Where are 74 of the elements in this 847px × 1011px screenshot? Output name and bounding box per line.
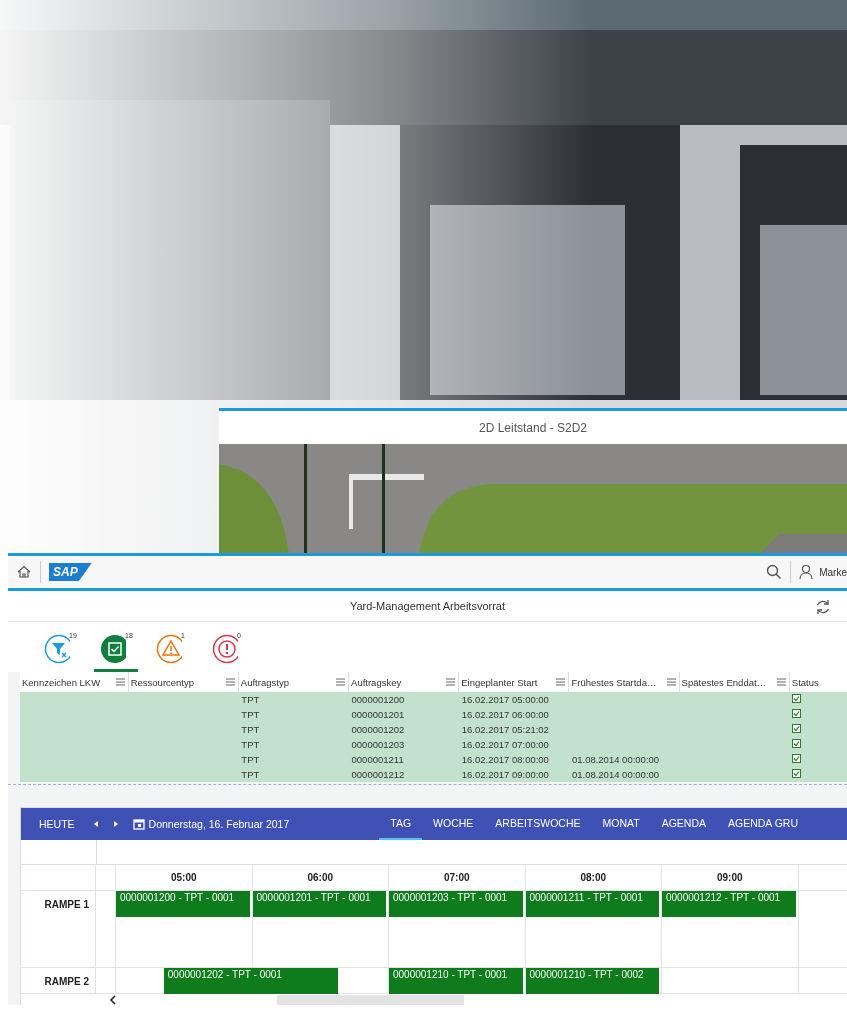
table-cell: TPT — [241, 709, 260, 720]
view-tab[interactable]: WOCHE — [422, 808, 485, 840]
scroll-left-icon[interactable] — [109, 995, 117, 1005]
menu-icon[interactable] — [224, 677, 236, 687]
view-tab[interactable]: ARBEITSWOCHE — [484, 808, 592, 840]
next-icon[interactable] — [112, 820, 119, 828]
view-tab[interactable]: AGENDA — [650, 808, 717, 840]
filter-icon — [44, 634, 70, 664]
table-cell: 16.02.2017 07:00:00 — [461, 739, 549, 750]
menu-icon[interactable] — [114, 677, 126, 687]
table-cell: 16.02.2017 06:00:00 — [461, 709, 549, 720]
column-header[interactable]: Status — [791, 676, 819, 688]
table-cell: 0000001211 — [351, 754, 404, 765]
table-cell: 16.02.2017 05:00:00 — [461, 694, 549, 705]
calendar-event[interactable]: 0000001210 - TPT - 0002 — [525, 968, 659, 994]
calendar-event[interactable]: 0000001203 - TPT - 0001 — [389, 891, 523, 917]
error-icon — [212, 634, 238, 664]
menu-icon[interactable] — [665, 677, 677, 687]
table-cell: 16.02.2017 08:00:00 — [461, 754, 549, 765]
hour-label: 08:00 — [580, 872, 607, 883]
table-cell: TPT — [241, 769, 260, 780]
view-tab[interactable]: MONAT — [591, 808, 651, 840]
table-cell: 0000001200 — [351, 694, 405, 705]
table-cell: 0000001202 — [351, 724, 405, 735]
table-cell: 16.02.2017 05:21:02 — [461, 724, 549, 735]
user-icon[interactable] — [799, 564, 814, 580]
calendar-event[interactable]: 0000001210 - TPT - 0001 — [389, 968, 523, 994]
scrollbar-thumb[interactable] — [277, 995, 464, 1005]
column-header[interactable]: Eingeplanter Start — [461, 676, 538, 688]
view-tab[interactable]: AGENDA GRU — [717, 808, 810, 840]
hour-label: 07:00 — [443, 872, 470, 883]
refresh-icon[interactable] — [815, 599, 831, 615]
column-header[interactable]: Auftragstyp — [240, 676, 289, 688]
column-header[interactable]: Frühestes Startda… — [571, 676, 657, 688]
table-cell: TPT — [241, 694, 260, 705]
table-cell: TPT — [241, 724, 260, 735]
menu-icon[interactable] — [445, 677, 457, 687]
hour-label: 05:00 — [170, 872, 197, 883]
previous-icon[interactable] — [92, 820, 99, 828]
column-header[interactable]: Spätestes Enddat… — [681, 676, 767, 688]
calendar-event[interactable]: 0000001201 - TPT - 0001 — [252, 891, 386, 917]
table-cell: TPT — [241, 739, 260, 750]
hour-label: 09:00 — [716, 872, 743, 883]
table-cell: 0000001212 — [351, 769, 405, 780]
resource-label: RAMPE 2 — [44, 976, 89, 987]
table-cell: 16.02.2017 09:00:00 — [461, 769, 549, 780]
search-icon[interactable] — [766, 564, 783, 580]
table-cell: TPT — [241, 754, 260, 765]
table-cell: 01.08.2014 00:00:00 — [571, 754, 660, 765]
calendar-event[interactable]: 0000001211 - TPT - 0001 — [525, 891, 659, 917]
calendar-icon — [132, 818, 145, 830]
hour-label: 06:00 — [307, 872, 334, 883]
table-cell: 0000001203 — [351, 739, 405, 750]
check-icon — [100, 634, 126, 664]
home-icon[interactable] — [16, 564, 32, 580]
warning-icon — [156, 634, 182, 664]
table-cell: 01.08.2014 00:00:00 — [571, 769, 660, 780]
page-title: Yard-Management Arbeitsvorrat — [349, 600, 506, 612]
calendar-event[interactable]: 0000001200 - TPT - 0001 — [116, 891, 250, 917]
menu-icon[interactable] — [555, 677, 567, 687]
menu-icon[interactable] — [335, 677, 347, 687]
user-name[interactable]: Marke — [819, 566, 847, 578]
calendar-event[interactable]: 0000001212 - TPT - 0001 — [662, 891, 796, 917]
column-header[interactable]: Auftragskey — [351, 676, 402, 688]
table-cell: 0000001201 — [351, 709, 405, 720]
menu-icon[interactable] — [775, 677, 787, 687]
today-button[interactable]: HEUTE — [39, 818, 75, 830]
logo[interactable]: SAP — [49, 563, 92, 581]
view-tab[interactable]: TAG — [379, 808, 423, 840]
resource-label: RAMPE 1 — [44, 899, 89, 910]
column-header[interactable]: Ressourcentyp — [130, 676, 195, 688]
column-header[interactable]: Kennzeichen LKW — [22, 676, 101, 688]
calendar-event[interactable]: 0000001202 - TPT - 0001 — [163, 968, 339, 994]
date-picker[interactable]: Donnerstag, 16. Februar 2017 — [132, 818, 290, 830]
